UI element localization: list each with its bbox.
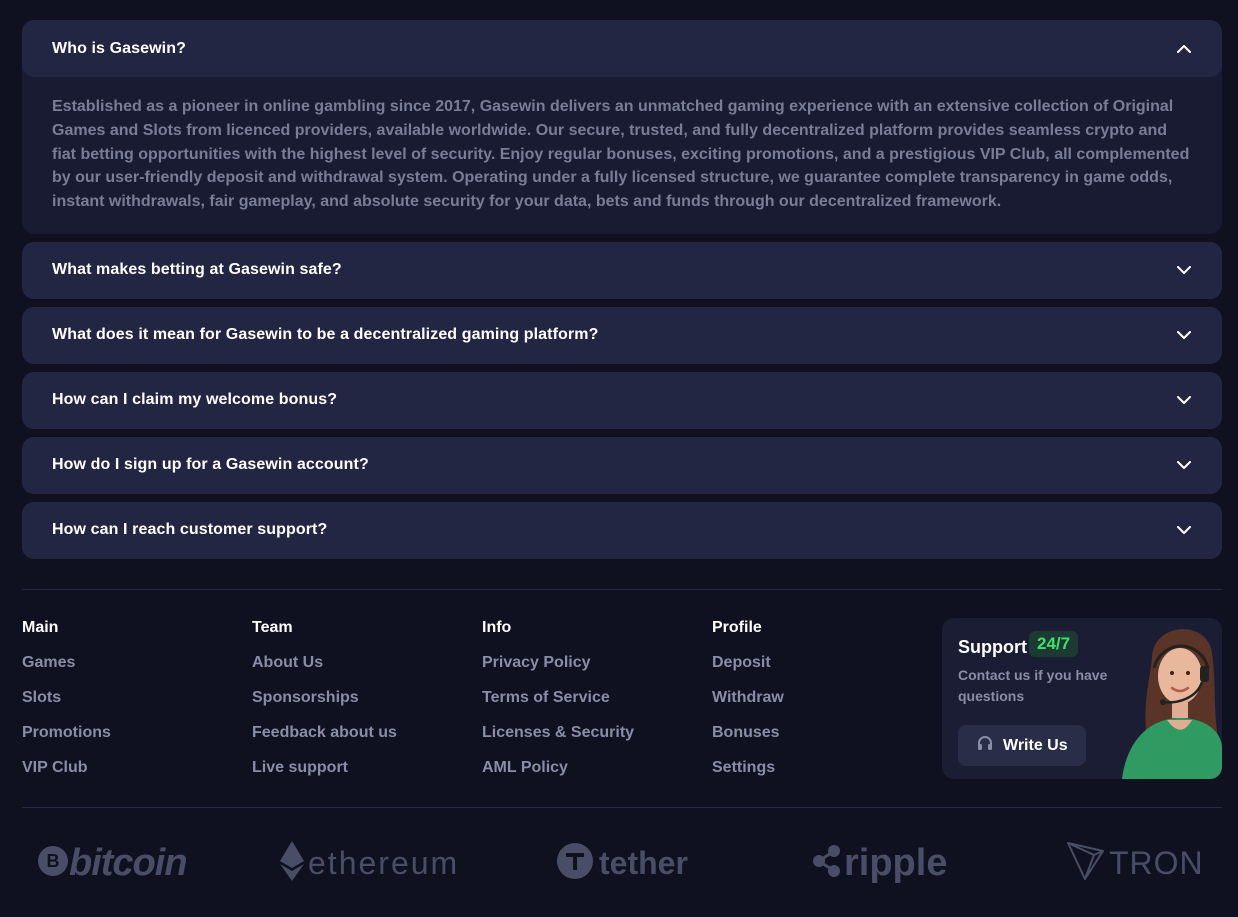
support-agent-image bbox=[1122, 629, 1222, 779]
faq-question-header[interactable]: What does it mean for Gasewin to be a de… bbox=[22, 306, 1222, 364]
support-hours-badge: 24/7 bbox=[1029, 631, 1079, 657]
footer-column-profile: Profile Deposit Withdraw Bonuses Setting… bbox=[712, 618, 912, 793]
ethereum-logo: ethereum bbox=[280, 830, 459, 896]
chevron-down-icon bbox=[1176, 522, 1192, 538]
bitcoin-icon: B bbox=[38, 845, 68, 881]
faq-item: How can I claim my welcome bonus? bbox=[22, 371, 1222, 429]
tron-icon bbox=[1067, 841, 1105, 886]
support-card: Support 24/7 Contact us if you have ques… bbox=[942, 618, 1222, 779]
faq-item: What makes betting at Gasewin safe? bbox=[22, 241, 1222, 299]
faq-question: How do I sign up for a Gasewin account? bbox=[52, 456, 369, 474]
footer-link-aml-policy[interactable]: AML Policy bbox=[482, 758, 682, 778]
footer-link-withdraw[interactable]: Withdraw bbox=[712, 688, 912, 708]
tether-icon bbox=[557, 842, 593, 884]
faq-question: What makes betting at Gasewin safe? bbox=[52, 261, 342, 279]
footer-column-title: Profile bbox=[712, 619, 762, 636]
bitcoin-logo: B bitcoin bbox=[38, 830, 188, 896]
write-us-label: Write Us bbox=[1003, 736, 1068, 754]
payment-logos: B bitcoin ethereum tether ripple TRON bbox=[22, 830, 1222, 896]
tron-wordmark: TRON bbox=[1109, 844, 1204, 881]
footer-link-privacy-policy[interactable]: Privacy Policy bbox=[482, 653, 682, 673]
footer-link-deposit[interactable]: Deposit bbox=[712, 653, 912, 673]
bitcoin-wordmark: bitcoin bbox=[69, 841, 188, 884]
faq-question: How can I reach customer support? bbox=[52, 521, 328, 539]
faq-question-header[interactable]: How can I reach customer support? bbox=[22, 501, 1222, 559]
tether-logo: tether bbox=[557, 830, 688, 896]
faq-question-header[interactable]: Who is Gasewin? bbox=[22, 20, 1222, 77]
chevron-down-icon bbox=[1176, 327, 1192, 343]
footer-link-slots[interactable]: Slots bbox=[22, 688, 222, 708]
chevron-down-icon bbox=[1176, 262, 1192, 278]
footer-link-terms-of-service[interactable]: Terms of Service bbox=[482, 688, 682, 708]
write-us-button[interactable]: Write Us bbox=[958, 725, 1086, 766]
faq-question: Who is Gasewin? bbox=[52, 39, 186, 57]
faq-question: How can I claim my welcome bonus? bbox=[52, 391, 338, 409]
footer-column-main: Main Games Slots Promotions VIP Club bbox=[22, 618, 222, 793]
faq-list: Who is Gasewin? Established as a pioneer… bbox=[22, 20, 1222, 567]
chevron-up-icon bbox=[1176, 41, 1192, 57]
footer-link-bonuses[interactable]: Bonuses bbox=[712, 723, 912, 743]
headset-icon bbox=[976, 734, 994, 757]
footer-divider bbox=[22, 589, 1222, 590]
support-description: Contact us if you have questions bbox=[958, 667, 1108, 704]
footer-link-games[interactable]: Games bbox=[22, 653, 222, 673]
ripple-logo: ripple bbox=[812, 830, 947, 896]
footer-column-info: Info Privacy Policy Terms of Service Lic… bbox=[482, 618, 682, 793]
logos-divider bbox=[22, 807, 1222, 808]
faq-question-header[interactable]: What makes betting at Gasewin safe? bbox=[22, 241, 1222, 299]
svg-text:B: B bbox=[47, 851, 60, 871]
support-title: Support bbox=[958, 637, 1027, 657]
chevron-down-icon bbox=[1176, 392, 1192, 408]
chevron-down-icon bbox=[1176, 457, 1192, 473]
faq-answer: Established as a pioneer in online gambl… bbox=[52, 98, 1190, 211]
footer-column-title: Main bbox=[22, 619, 59, 636]
ripple-icon bbox=[812, 844, 842, 883]
footer-link-live-support[interactable]: Live support bbox=[252, 758, 452, 778]
footer-link-feedback[interactable]: Feedback about us bbox=[252, 723, 452, 743]
ripple-wordmark: ripple bbox=[844, 841, 948, 884]
faq-question-header[interactable]: How can I claim my welcome bonus? bbox=[22, 371, 1222, 429]
ethereum-icon bbox=[280, 840, 304, 886]
tether-wordmark: tether bbox=[599, 844, 688, 881]
faq-item: Who is Gasewin? Established as a pioneer… bbox=[22, 20, 1222, 234]
footer-link-promotions[interactable]: Promotions bbox=[22, 723, 222, 743]
faq-item: How do I sign up for a Gasewin account? bbox=[22, 436, 1222, 494]
footer-link-about-us[interactable]: About Us bbox=[252, 653, 452, 673]
ethereum-wordmark: ethereum bbox=[308, 844, 460, 881]
faq-item: What does it mean for Gasewin to be a de… bbox=[22, 306, 1222, 364]
faq-question: What does it mean for Gasewin to be a de… bbox=[52, 326, 599, 344]
footer-column-title: Info bbox=[482, 619, 512, 636]
footer-link-licenses-security[interactable]: Licenses & Security bbox=[482, 723, 682, 743]
footer-column-team: Team About Us Sponsorships Feedback abou… bbox=[252, 618, 452, 793]
footer-column-title: Team bbox=[252, 619, 293, 636]
tron-logo: TRON bbox=[1067, 830, 1204, 896]
faq-item: How can I reach customer support? bbox=[22, 501, 1222, 559]
footer-link-sponsorships[interactable]: Sponsorships bbox=[252, 688, 452, 708]
footer-link-settings[interactable]: Settings bbox=[712, 758, 912, 778]
faq-question-header[interactable]: How do I sign up for a Gasewin account? bbox=[22, 436, 1222, 494]
footer-link-vip-club[interactable]: VIP Club bbox=[22, 758, 222, 778]
